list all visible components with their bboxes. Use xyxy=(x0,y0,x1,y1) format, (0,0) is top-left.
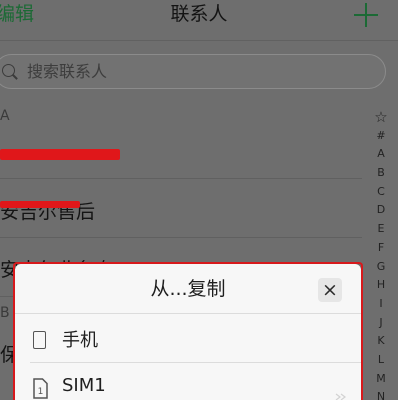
index-item[interactable]: A xyxy=(377,145,385,164)
redaction-bar xyxy=(0,201,80,208)
index-item[interactable]: K xyxy=(377,332,384,351)
copy-from-dialog: 从...复制 × 手机 1 SIM1 xyxy=(15,264,361,400)
index-item[interactable]: E xyxy=(378,220,385,239)
option-sim1[interactable]: 1 SIM1 xyxy=(15,363,361,400)
chevron-right-icon xyxy=(335,393,346,400)
sim-number: 1 xyxy=(38,387,44,397)
index-item[interactable]: N xyxy=(377,388,385,400)
index-item[interactable]: D xyxy=(377,201,385,220)
plus-icon xyxy=(354,3,378,27)
index-item[interactable]: # xyxy=(376,127,385,146)
option-label: SIM1 xyxy=(62,375,106,396)
index-item[interactable]: I xyxy=(379,295,382,314)
option-label: 手机 xyxy=(62,330,98,351)
index-item[interactable]: J xyxy=(379,314,382,333)
index-item[interactable]: B xyxy=(377,164,385,183)
search-bar[interactable] xyxy=(0,54,386,89)
section-header-a: A xyxy=(0,108,10,124)
contact-row[interactable]: 安吉尔售后 xyxy=(0,179,365,237)
redaction-bar xyxy=(0,149,120,160)
option-phone[interactable]: 手机 xyxy=(15,314,361,362)
plus-icon-vertical xyxy=(365,3,367,27)
add-contact-button[interactable] xyxy=(354,3,378,27)
search-icon xyxy=(2,64,15,77)
index-item[interactable]: C xyxy=(377,183,385,202)
close-icon: × xyxy=(322,279,338,301)
index-item[interactable]: M xyxy=(376,370,386,389)
contact-row[interactable] xyxy=(0,130,365,178)
search-input[interactable] xyxy=(27,55,367,88)
contacts-screen: 编辑 联系人 A 安吉尔售后 安吉尔业务专 B 保 ☆ # A B C D E xyxy=(0,0,398,400)
alphabet-index: ☆ # A B C D E F G H I J K L M N xyxy=(371,108,391,400)
phone-icon xyxy=(33,331,46,349)
sim-card-icon: 1 xyxy=(33,378,48,399)
dialog-title: 从...复制 xyxy=(150,278,226,300)
section-header-b: B xyxy=(0,305,10,321)
index-item[interactable]: G xyxy=(377,258,386,277)
index-favorites-star-icon[interactable]: ☆ xyxy=(374,108,387,127)
close-button[interactable]: × xyxy=(318,278,342,302)
header-divider xyxy=(0,40,398,41)
page-title: 联系人 xyxy=(170,3,228,25)
index-item[interactable]: L xyxy=(378,351,384,370)
index-item[interactable]: F xyxy=(378,239,384,258)
index-item[interactable]: H xyxy=(377,276,385,295)
